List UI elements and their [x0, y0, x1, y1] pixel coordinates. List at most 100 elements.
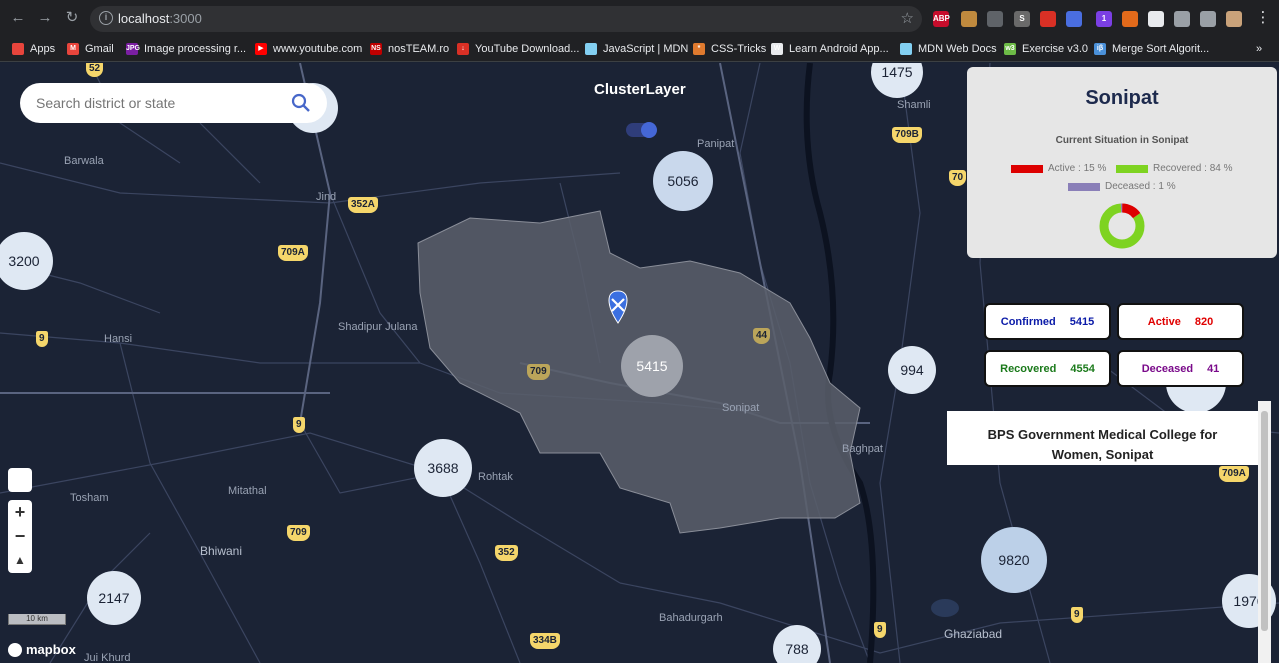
case-cluster-marker[interactable]: 994: [888, 346, 936, 394]
zoom-out-button[interactable]: −: [8, 524, 32, 548]
extension-icon[interactable]: [987, 11, 1003, 27]
stat-active[interactable]: Active 820: [1117, 303, 1244, 340]
case-cluster-marker[interactable]: 2147: [87, 571, 141, 625]
case-cluster-marker[interactable]: 9820: [981, 527, 1047, 593]
bookmark-item[interactable]: MDN Web Docs: [900, 40, 997, 58]
scrollbar-thumb[interactable]: [1261, 411, 1268, 631]
bookmark-favicon-icon: w3: [1004, 43, 1016, 55]
stat-recovered-label: Recovered: [1000, 362, 1057, 375]
extension-icon[interactable]: 1: [1096, 11, 1112, 27]
stat-active-value: 820: [1194, 315, 1214, 328]
bookmark-item[interactable]: iβ Merge Sort Algorit...: [1094, 40, 1209, 58]
bookmark-item[interactable]: ▶ www.youtube.com: [255, 40, 362, 58]
bookmark-label: CSS-Tricks: [711, 43, 767, 55]
highway-shield: 709A: [278, 245, 308, 261]
map-place-label: Sonipat: [722, 402, 760, 414]
bookmark-favicon-icon: W: [771, 43, 783, 55]
browser-menu-button[interactable]: ⋮: [1254, 9, 1272, 27]
search-input[interactable]: [36, 93, 276, 113]
highway-shield: 9: [874, 622, 886, 638]
zoom-in-button[interactable]: +: [8, 500, 32, 524]
hospital-popup: BPS Government Medical College for Women…: [947, 411, 1258, 465]
legend-active: Active : 15 %: [1011, 163, 1106, 174]
map-place-label: Jui Khurd: [84, 652, 131, 663]
map-place-label: Bhiwani: [200, 544, 243, 558]
bookmark-item[interactable]: JPG Image processing r...: [126, 40, 246, 58]
map-place-label: Baghpat: [842, 443, 883, 455]
search-bar: [20, 83, 327, 123]
bookmark-item[interactable]: * CSS-Tricks: [693, 40, 766, 58]
highway-shield: 709: [287, 525, 310, 541]
bookmark-item[interactable]: ↓ YouTube Download...: [457, 40, 579, 58]
url-text[interactable]: localhost:3000: [118, 11, 202, 26]
highway-shield: 709: [527, 364, 550, 380]
situation-donut-chart: [1099, 203, 1145, 249]
map-place-label: Rohtak: [478, 471, 513, 483]
map-place-label: Shadipur Julana: [338, 321, 418, 333]
extension-icon[interactable]: [1122, 11, 1138, 27]
stat-deceased-label: Deceased: [1141, 362, 1194, 375]
map-place-label: Bahadurgarh: [659, 612, 723, 624]
case-cluster-marker[interactable]: 3688: [414, 439, 472, 497]
stat-confirmed[interactable]: Confirmed 5415: [984, 303, 1111, 340]
back-button[interactable]: ←: [9, 9, 27, 27]
blank-control-button[interactable]: [8, 468, 32, 492]
compass-button[interactable]: ▲: [8, 548, 32, 572]
map-canvas[interactable]: Barwala Jind Panipat Shamli Hansi Shadipur Ju…: [0, 63, 1279, 663]
bookmark-favicon-icon: ▶: [255, 43, 267, 55]
bookmark-star-icon[interactable]: ☆: [901, 9, 914, 27]
stat-confirmed-label: Confirmed: [1000, 315, 1056, 328]
stat-recovered[interactable]: Recovered 4554: [984, 350, 1111, 387]
bookmark-item[interactable]: NS nosTEAM.ro: [370, 40, 449, 58]
extension-icon[interactable]: [1200, 11, 1216, 27]
bookmarks-more-button[interactable]: »: [1256, 40, 1262, 58]
bookmark-item[interactable]: w3 Exercise v3.0: [1004, 40, 1088, 58]
toggle-knob: [641, 122, 657, 138]
popup-scrollbar[interactable]: [1258, 401, 1271, 663]
cluster-layer-toggle[interactable]: [626, 122, 657, 138]
bookmark-label: JavaScript | MDN: [603, 43, 689, 55]
bookmark-label: nosTEAM.ro: [388, 43, 450, 55]
site-info-icon[interactable]: i: [99, 11, 113, 25]
browser-toolbar: ← → ↻ i localhost:3000 ☆ ABP S 1 ⋮: [0, 0, 1279, 36]
map-title: ClusterLayer: [594, 81, 686, 98]
bookmark-item[interactable]: M Gmail: [67, 40, 114, 58]
bookmark-favicon-icon: M: [67, 43, 79, 55]
bookmark-label: YouTube Download...: [475, 43, 580, 55]
district-title: Sonipat: [1085, 87, 1159, 109]
address-bar[interactable]: i localhost:3000 ☆: [90, 6, 922, 32]
reload-button[interactable]: ↻: [63, 9, 81, 27]
forward-button[interactable]: →: [36, 9, 54, 27]
map-place-label: Barwala: [64, 155, 104, 167]
search-icon[interactable]: [291, 93, 311, 113]
stat-deceased[interactable]: Deceased 41: [1117, 350, 1244, 387]
bookmark-label: Merge Sort Algorit...: [1112, 43, 1210, 55]
bookmark-favicon-icon: *: [693, 43, 705, 55]
mapbox-logo[interactable]: mapbox: [8, 642, 76, 657]
highway-shield: 709B: [892, 127, 922, 143]
bookmark-item[interactable]: JavaScript | MDN: [585, 40, 688, 58]
extension-icon[interactable]: [1040, 11, 1056, 27]
map-place-label: Jind: [316, 191, 337, 203]
bookmark-item[interactable]: Apps: [12, 40, 55, 58]
extension-icon[interactable]: [1148, 11, 1164, 27]
extension-icon[interactable]: S: [1014, 11, 1030, 27]
extension-icon[interactable]: [961, 11, 977, 27]
extension-icon[interactable]: [1174, 11, 1190, 27]
bookmark-item[interactable]: W Learn Android App...: [771, 40, 889, 58]
map-place-label: Tosham: [70, 492, 109, 504]
highway-shield: 352: [495, 545, 518, 561]
highway-shield: 352A: [348, 197, 378, 213]
stat-confirmed-value: 5415: [1069, 315, 1095, 328]
map-place-label: Shamli: [897, 99, 931, 111]
extension-icon[interactable]: [1066, 11, 1082, 27]
case-cluster-marker[interactable]: 5415: [621, 335, 683, 397]
highway-shield: 70: [949, 170, 967, 186]
case-cluster-marker[interactable]: 5056: [653, 151, 713, 211]
bookmarks-bar: Apps M Gmail JPG Image processing r... ▶ www.y…: [0, 36, 1279, 62]
highway-shield: 9: [293, 417, 305, 433]
stat-active-label: Active: [1147, 315, 1181, 328]
navigation-control: + − ▲: [8, 500, 32, 573]
extension-icon[interactable]: [1226, 11, 1242, 27]
extension-icon[interactable]: ABP: [933, 11, 950, 27]
